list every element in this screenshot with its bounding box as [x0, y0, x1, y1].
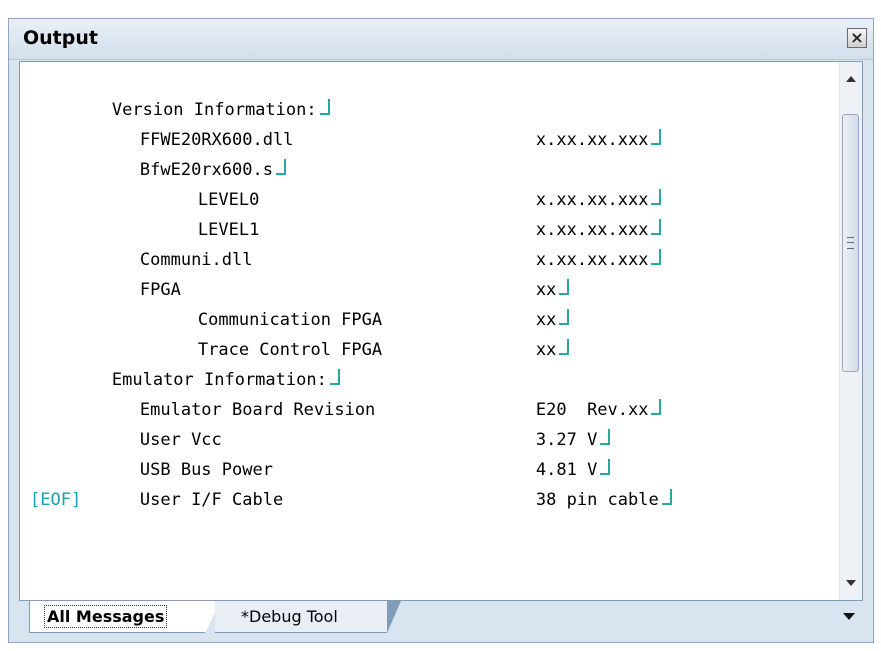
tab-label: *Debug Tool	[241, 607, 338, 626]
newline-icon	[557, 339, 570, 357]
output-value: x.xx.xx.xxx	[454, 155, 662, 210]
grip-icon	[847, 237, 854, 249]
tab-all-messages[interactable]: All Messages	[29, 601, 221, 633]
window-title: Output	[23, 27, 98, 49]
output-line: Emulator Board Revision	[58, 365, 375, 420]
output-line: Communication FPGA	[116, 275, 382, 330]
arrow-down-icon[interactable]	[846, 580, 856, 586]
output-value: E20 Rev.xx	[454, 365, 662, 420]
newline-icon	[660, 489, 672, 507]
output-value: 4.81 V	[454, 425, 611, 480]
output-line: Communi.dll	[58, 215, 253, 270]
output-value: xx	[454, 245, 570, 300]
output-value: x.xx.xx.xxx	[454, 215, 662, 270]
output-line: LEVEL1	[116, 185, 259, 240]
output-value: x.xx.xx.xxx	[454, 185, 662, 240]
close-button[interactable]: ×	[847, 28, 867, 48]
output-text[interactable]: Version Information: FFWE20RX600.dll x.x…	[20, 62, 840, 600]
arrow-up-icon[interactable]	[846, 76, 856, 82]
output-window: Output × Version Information: FFWE20RX60…	[8, 18, 874, 643]
output-value: 38 pin cable	[454, 455, 672, 510]
output-panel[interactable]: Version Information: FFWE20RX600.dll x.x…	[19, 61, 863, 601]
output-line: User I/F Cable	[58, 455, 283, 510]
output-line: FPGA	[58, 245, 181, 300]
vertical-scrollbar[interactable]	[839, 62, 862, 600]
output-line: Trace Control FPGA	[116, 305, 382, 360]
line-label: User I/F Cable	[139, 490, 284, 510]
newline-icon	[274, 159, 286, 177]
newline-icon	[649, 399, 662, 417]
output-line: User Vcc	[58, 395, 222, 450]
eof-marker: [EOF]	[30, 490, 82, 510]
output-value: xx	[454, 275, 570, 330]
output-line: USB Bus Power	[58, 425, 273, 480]
line-value: 38 pin cable	[535, 490, 659, 510]
close-icon[interactable]: ×	[850, 28, 863, 47]
output-value: x.xx.xx.xxx	[454, 95, 662, 150]
output-value: xx	[454, 305, 570, 360]
tab-debug-tool[interactable]: *Debug Tool	[215, 601, 401, 633]
output-line: BfwE20rx600.s	[58, 125, 286, 180]
line-value: x.xx.xx.xxx	[535, 130, 649, 150]
title-bar: Output ×	[9, 19, 873, 60]
scrollbar-thumb[interactable]	[842, 114, 859, 372]
output-line: Version Information:	[30, 65, 330, 120]
newline-icon	[649, 129, 662, 147]
output-line: Emulator Information:	[30, 335, 340, 390]
tab-label: All Messages	[44, 605, 168, 628]
newline-icon	[318, 99, 330, 117]
tab-bar: All Messages *Debug Tool	[19, 601, 863, 637]
newline-icon	[649, 249, 662, 267]
output-line: FFWE20RX600.dll	[58, 95, 294, 150]
dropdown-icon[interactable]	[843, 613, 855, 620]
output-value: 3.27 V	[454, 395, 611, 450]
line-value: xx	[535, 340, 557, 360]
output-line: LEVEL0	[116, 155, 259, 210]
